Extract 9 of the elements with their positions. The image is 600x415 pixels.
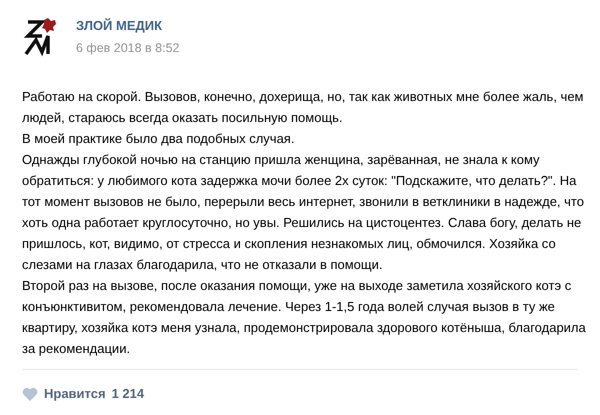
post-paragraph: Второй раз на вызове, после оказания помощи, уже на выходе заметила хозяйского котэ с конъюнктивитом, рекомендовала лечение. Через 1-1,5 года волей случая вызов в ту же квартиру, хозяйка котэ меня узнала, продемонстрировала здорового котёныша, благодарила за рекомендации. xyxy=(22,277,586,358)
post-paragraph: Однажды глубокой ночью на станцию пришла женщина, зарёванная, не знала к кому обратиться: у любимого кота задержка мочи более 2х суток: "Подскажите, что делать?". На тот момент вызовов не было, перерыли весь интернет, звонили в ветклиники в надежде, что хоть одна работает круглосуточно, но увы. Решились на цистоцентез. Слава богу, делать не пришлось, кот, видимо, от стресса и скопления незнакомых лиц, обмочился. Хозяйка со слезами на глазах благодарила, что не отказали в помощи. xyxy=(22,151,585,274)
post-date[interactable]: 6 фев 2018 в 8:52 xyxy=(76,38,180,58)
post-paragraph: В моей практике было два подобных случая. xyxy=(22,130,296,148)
author-name[interactable]: ЗЛОЙ МЕДИК xyxy=(76,16,180,36)
like-button[interactable]: Нравится xyxy=(22,384,106,404)
post-paragraph: Работаю на скорой. Вызовов, конечно, дохерища, но, так как животных мне более жаль, чем людей, стараюсь всегда оказать посильную помощь. xyxy=(22,88,584,127)
heart-icon xyxy=(22,386,38,401)
like-count: 1 214 xyxy=(112,385,144,403)
